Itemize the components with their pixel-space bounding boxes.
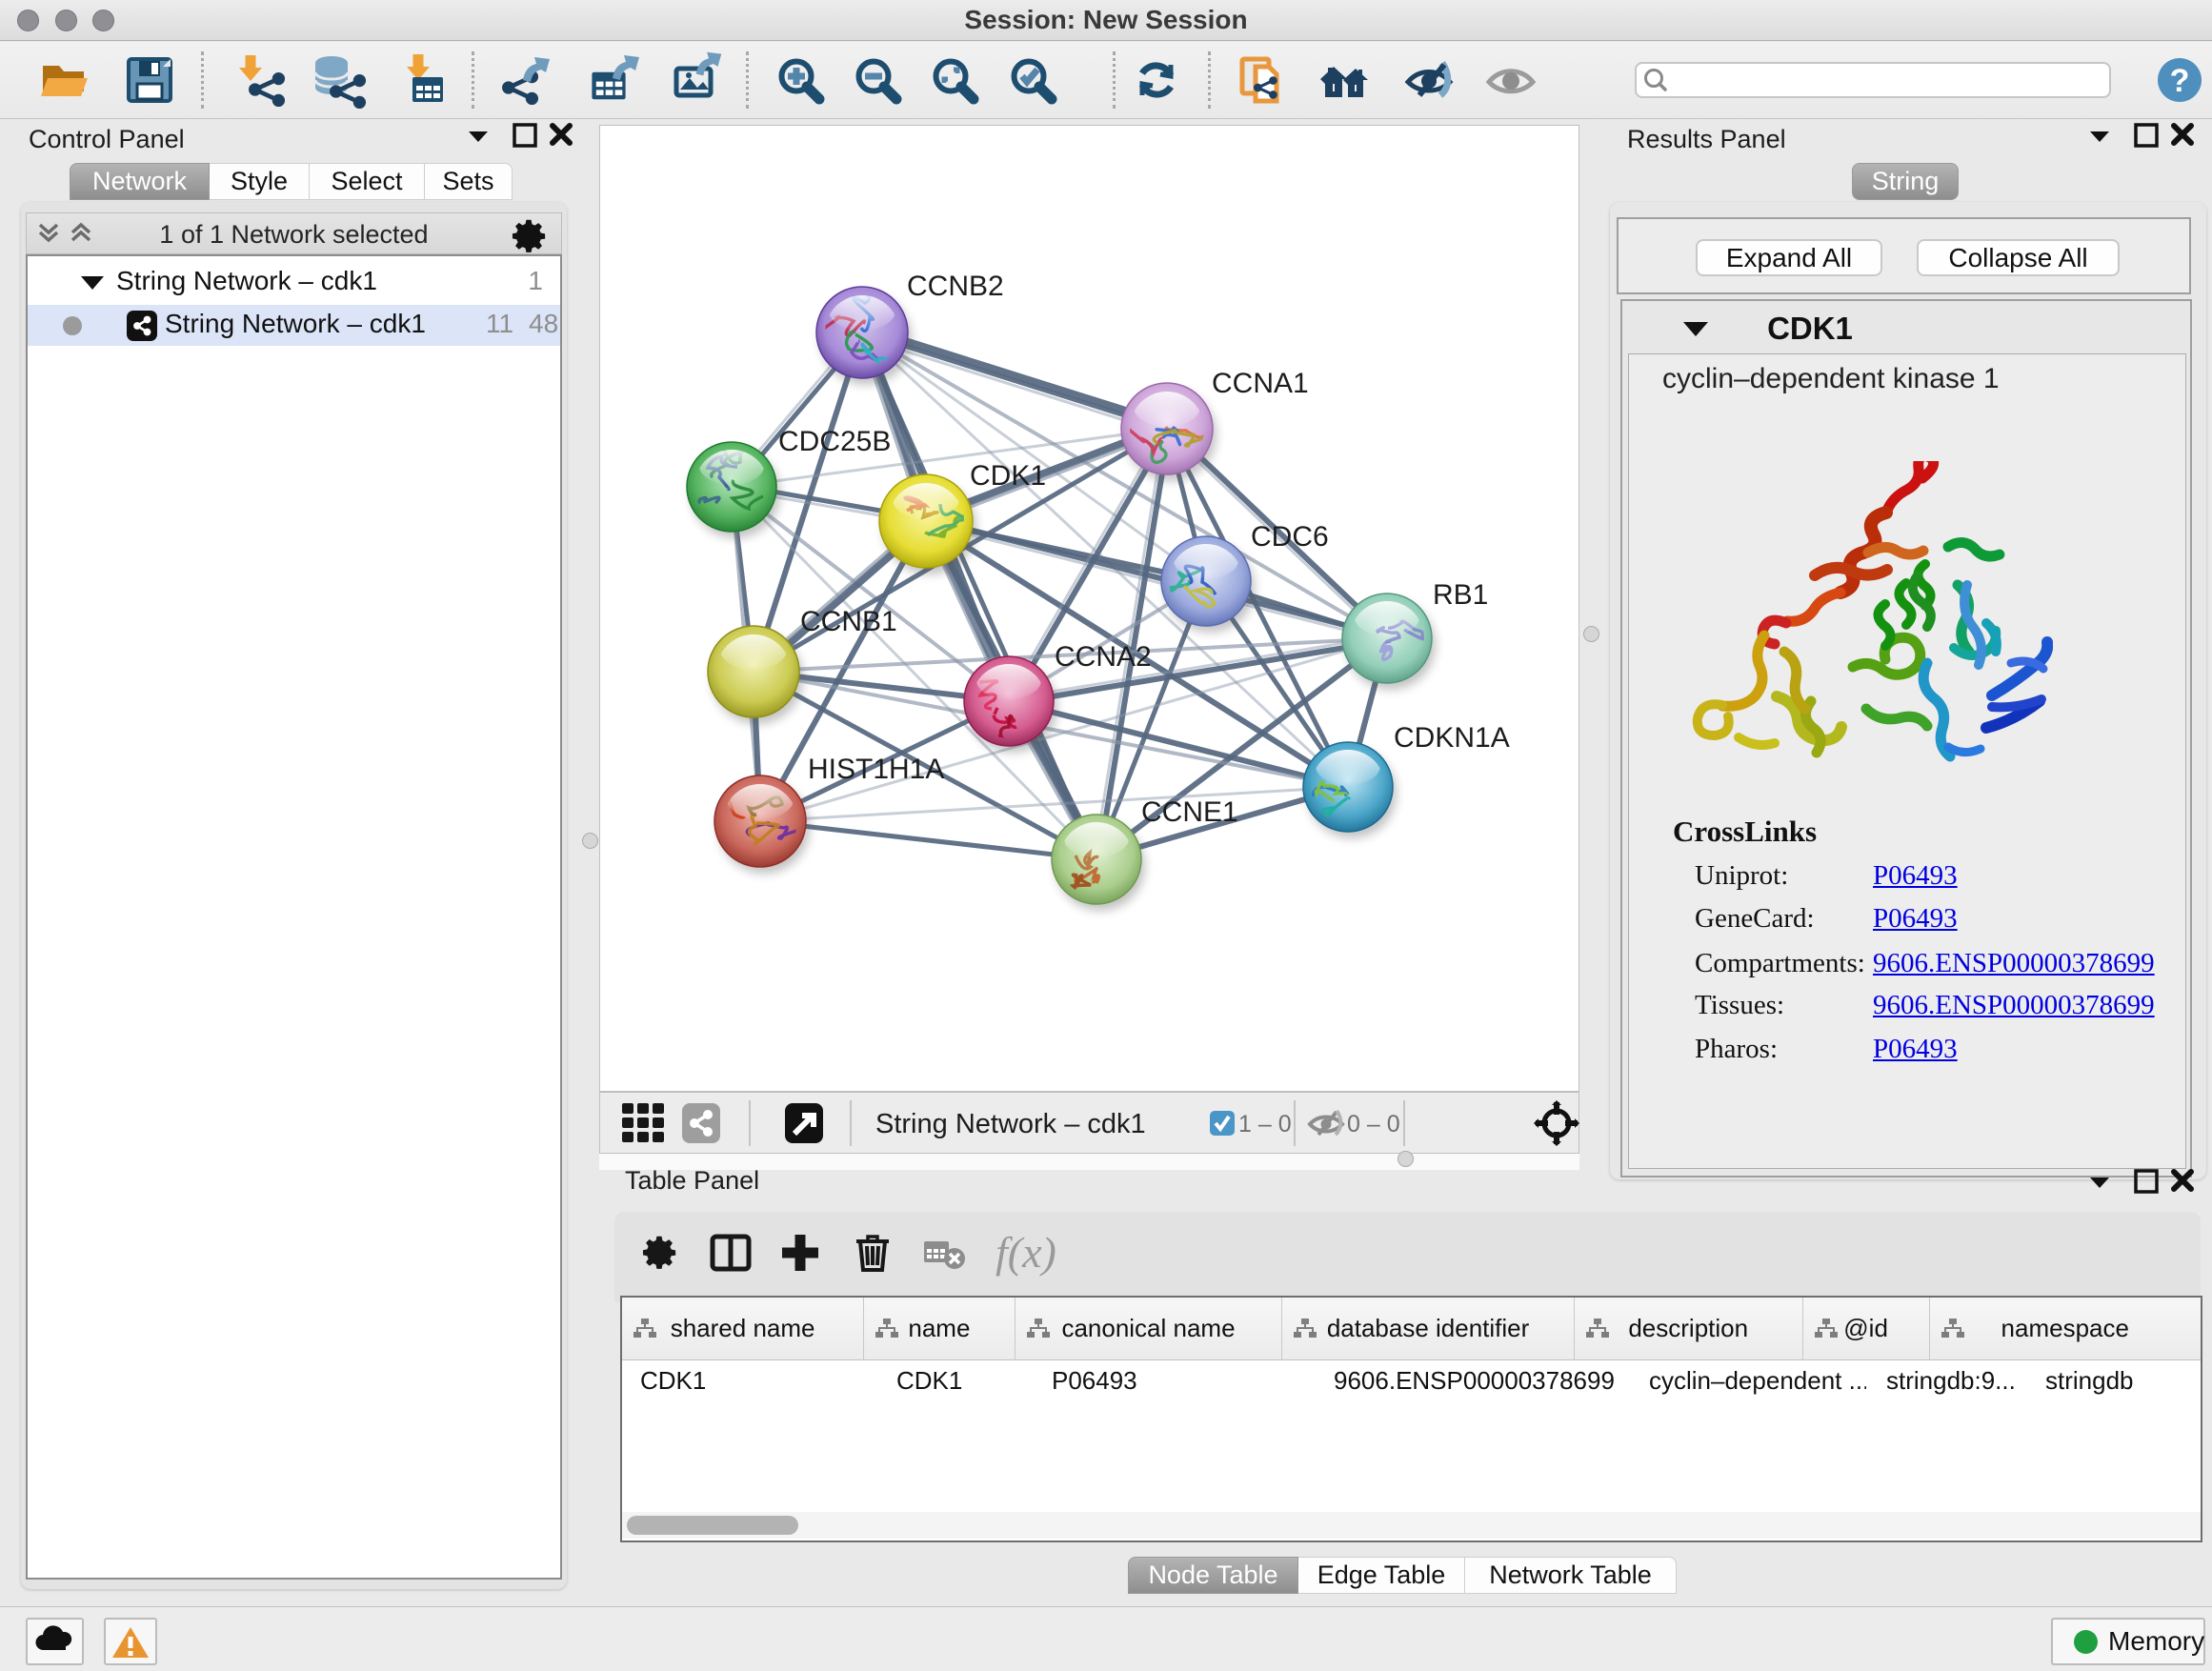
- svg-text:CDK1: CDK1: [970, 460, 1046, 492]
- svg-text:HIST1H1A: HIST1H1A: [808, 754, 944, 785]
- svg-text:f(x): f(x): [995, 1228, 1056, 1277]
- svg-text:CCNB1: CCNB1: [800, 606, 897, 637]
- svg-text:CDC6: CDC6: [1251, 521, 1329, 553]
- svg-text:CCNB2: CCNB2: [907, 271, 1004, 302]
- svg-text:RB1: RB1: [1433, 579, 1488, 611]
- svg-text:CDKN1A: CDKN1A: [1394, 722, 1510, 754]
- svg-text:CCNE1: CCNE1: [1141, 796, 1238, 828]
- svg-text:CCNA2: CCNA2: [1055, 641, 1152, 673]
- svg-text:String Network – cdk1: String Network – cdk1: [875, 1109, 1146, 1139]
- svg-text:1 – 0: 1 – 0: [1238, 1111, 1292, 1137]
- svg-text:CDC25B: CDC25B: [778, 426, 891, 457]
- svg-text:0 – 0: 0 – 0: [1347, 1111, 1400, 1137]
- svg-text:?: ?: [2170, 63, 2190, 99]
- svg-text:CCNA1: CCNA1: [1212, 368, 1309, 399]
